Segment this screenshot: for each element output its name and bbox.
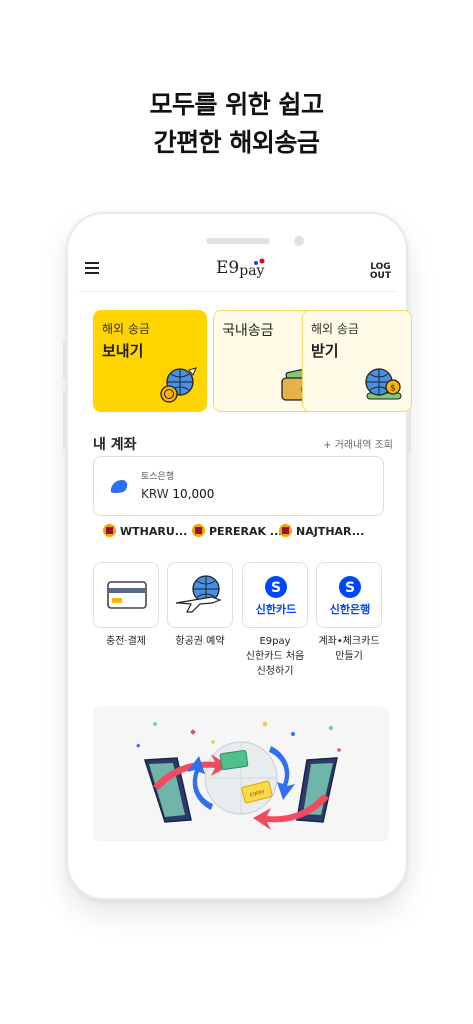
app-screen: E9pay LOG OUT 해외 송금 보내기 국내송금 해외 송금 받기 $ … (79, 250, 412, 870)
phone-camera (294, 236, 304, 246)
toss-bank-logo-icon (110, 480, 128, 493)
logo-dots-icon (254, 258, 265, 265)
service-shinhan-bank[interactable]: S 신한은행 계좌•체크카드 만들기 (316, 562, 382, 664)
globe-plane-coin-icon (160, 367, 197, 403)
phone-side-button (63, 390, 66, 450)
card-label: 해외 송금 (102, 322, 150, 336)
recipient-chip[interactable]: NAJTHAR... (279, 524, 364, 538)
globe-coin-icon: $ (365, 368, 402, 400)
shinhan-card-icon: S (265, 576, 287, 598)
phone-speaker (206, 238, 270, 244)
headline-highlight: 모두를 위한 (147, 86, 272, 124)
account-balance: KRW 10,000 (141, 487, 215, 501)
recipient-chip[interactable]: WTHARU... (103, 524, 187, 538)
service-label: 충전·결제 (106, 636, 146, 647)
my-account-title: 내 계좌 (93, 437, 137, 453)
phone-frame: E9pay LOG OUT 해외 송금 보내기 국내송금 해외 송금 받기 $ … (63, 212, 412, 900)
sri-lanka-flag-icon (279, 524, 292, 537)
svg-text:$: $ (390, 384, 396, 394)
money-transfer-illustration: E9PAY (136, 721, 341, 830)
service-label: 계좌•체크카드 만들기 (318, 636, 380, 662)
headline: 모두를 위한 쉽고 간편한 해외송금 (0, 86, 473, 162)
recipient-list: WTHARU... PERERAK ... NAJTHAR... (103, 524, 397, 542)
account-card[interactable]: 토스은행 KRW 10,000 (93, 456, 384, 516)
transaction-history-link[interactable]: + 거래내역 조회 (323, 436, 393, 451)
phone-side-button (63, 340, 66, 380)
card-label: 해외 송금 (311, 322, 359, 336)
service-charge-payment[interactable]: 충전·결제 (93, 562, 159, 649)
hamburger-menu-icon[interactable] (85, 262, 99, 274)
receive-overseas-card[interactable]: 해외 송금 받기 $ (302, 310, 412, 412)
send-overseas-card[interactable]: 해외 송금 보내기 (93, 310, 207, 412)
sri-lanka-flag-icon (103, 524, 116, 537)
promo-banner[interactable]: E9PAY (93, 706, 389, 842)
sri-lanka-flag-icon (192, 524, 205, 537)
airplane-icon (175, 575, 222, 613)
service-flight-booking[interactable]: 항공권 예약 (167, 562, 233, 649)
top-bar: E9pay LOG OUT (79, 250, 397, 292)
shinhan-bank-wordmark: 신한은행 (329, 603, 371, 616)
service-label: E9pay 신한카드 처음 신청하기 (245, 636, 305, 677)
svg-text:S: S (271, 580, 281, 596)
shinhan-bank-icon: S (339, 576, 361, 598)
card-title: 받기 (311, 342, 339, 360)
headline-line1-rest: 쉽고 (270, 90, 324, 119)
svg-text:S: S (345, 580, 355, 596)
service-label: 항공권 예약 (175, 636, 225, 647)
card-title: 보내기 (102, 342, 144, 360)
headline-line2: 간편한 해외송금 (153, 128, 320, 157)
service-shinhan-card[interactable]: S 신한카드 E9pay 신한카드 처음 신청하기 (242, 562, 308, 679)
bank-name: 토스은행 (141, 472, 175, 482)
recipient-chip[interactable]: PERERAK ... (192, 524, 282, 538)
card-icon (107, 581, 147, 609)
shinhan-card-wordmark: 신한카드 (255, 603, 297, 616)
logout-button[interactable]: LOG OUT (370, 263, 391, 281)
